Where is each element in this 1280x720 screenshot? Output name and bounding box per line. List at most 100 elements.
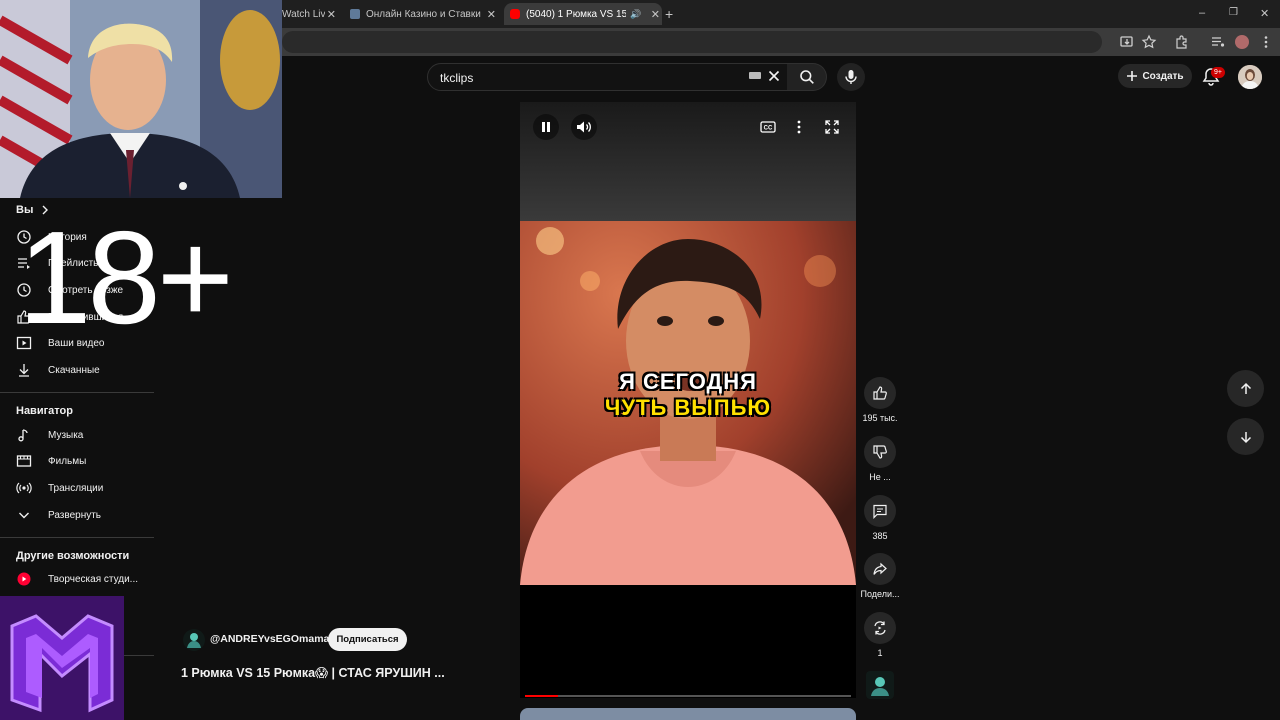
comment-icon <box>873 504 887 519</box>
tab-close-icon[interactable]: ✕ <box>649 8 662 21</box>
pause-icon <box>542 122 550 132</box>
bookmark-star-icon[interactable] <box>1141 34 1157 50</box>
remix-count: 1 <box>877 648 883 658</box>
channel-avatar[interactable] <box>183 629 205 651</box>
sidebar-item-music[interactable]: Музыка <box>16 422 154 448</box>
keyboard-icon[interactable] <box>749 72 761 79</box>
speaker-icon[interactable]: 🔊 <box>630 9 641 20</box>
notification-count-badge: 9+ <box>1211 67 1225 78</box>
sidebar-item-label: Фильмы <box>48 455 87 467</box>
thumbs-up-icon <box>873 386 887 400</box>
media-control-icon[interactable] <box>1210 34 1226 50</box>
volume-icon <box>577 121 591 133</box>
arrow-down-icon <box>1240 431 1251 443</box>
fullscreen-icon <box>825 120 839 134</box>
more-options-button[interactable] <box>786 114 812 140</box>
tab-close-icon[interactable]: ✕ <box>485 8 498 21</box>
captions-icon: CC <box>760 121 776 133</box>
subscribe-button[interactable]: Подписаться <box>328 628 407 651</box>
comments-button[interactable] <box>864 495 896 527</box>
browser-tab-active[interactable]: (5040) 1 Рюмка VS 15 Рюмк 🔊 ✕ <box>504 3 662 25</box>
sidebar-item-label: Скачанные <box>48 364 100 376</box>
casino-favicon-icon <box>350 9 360 19</box>
subtitle-line-1: Я СЕГОДНЯ <box>619 369 757 394</box>
next-video-thumbnail[interactable] <box>520 708 856 720</box>
sidebar-item-live[interactable]: Трансляции <box>16 475 154 501</box>
sidebar-divider <box>0 392 154 393</box>
account-avatar[interactable] <box>1238 65 1262 89</box>
tab-close-icon[interactable]: ✕ <box>325 8 338 21</box>
browser-tab[interactable]: Watch Liv ✕ <box>282 4 338 24</box>
browser-tab[interactable]: Онлайн Казино и Ставки на С ✕ <box>346 4 498 24</box>
sidebar-item-label: Творческая студи... <box>48 573 139 585</box>
tab-title: Онлайн Казино и Ставки на С <box>366 8 484 20</box>
arrow-up-icon <box>1240 382 1251 394</box>
remix-button[interactable] <box>864 612 896 644</box>
chevron-down-icon <box>19 512 29 519</box>
share-icon <box>873 562 887 575</box>
streamer-logo <box>0 596 124 720</box>
create-label: Создать <box>1142 70 1184 82</box>
thumbs-down-icon <box>873 445 887 459</box>
more-vertical-icon <box>797 120 801 134</box>
video-progress-bar[interactable] <box>525 695 851 697</box>
svg-text:CC: CC <box>764 126 773 132</box>
volume-button[interactable] <box>571 114 597 140</box>
voice-search-button[interactable] <box>837 63 865 91</box>
sidebar-other-heading: Другие возможности <box>16 550 130 562</box>
tab-title: (5040) 1 Рюмка VS 15 Рюмк <box>526 8 626 20</box>
sidebar-divider <box>0 537 154 538</box>
shorts-video-player[interactable]: CC Я СЕГОДНЯ ЧУТЬ ВЫПЬЮ <box>520 102 856 698</box>
sidebar-navigator-heading: Навигатор <box>16 405 73 417</box>
fullscreen-button[interactable] <box>819 114 845 140</box>
youtube-favicon-icon <box>510 9 520 19</box>
minimize-button[interactable]: – <box>1199 7 1205 19</box>
microphone-icon <box>845 70 857 84</box>
sidebar-item-expand[interactable]: Развернуть <box>16 502 154 528</box>
comment-count: 385 <box>872 531 888 541</box>
subtitle-line-2: ЧУТЬ ВЫПЬЮ <box>604 395 772 420</box>
original-audio-thumbnail[interactable] <box>866 671 894 699</box>
video-title[interactable]: 1 Рюмка VS 15 Рюмка😱 | СТАС ЯРУШИН ... <box>181 665 445 680</box>
address-bar[interactable] <box>282 31 1102 53</box>
dislike-button[interactable] <box>864 436 896 468</box>
studio-icon <box>17 572 31 586</box>
music-icon <box>18 429 28 442</box>
sidebar-item-label: Музыка <box>48 429 84 441</box>
film-icon <box>16 455 32 467</box>
previous-short-button[interactable] <box>1227 370 1264 407</box>
channel-handle[interactable]: @ANDREYvsEGOmama <box>210 633 329 645</box>
download-icon <box>19 364 29 377</box>
new-tab-button[interactable]: + <box>665 6 673 22</box>
search-input[interactable] <box>438 68 742 88</box>
age-rating-badge: 18+ <box>18 204 234 351</box>
clear-search-icon[interactable] <box>766 68 782 84</box>
restore-button[interactable]: ❐ <box>1229 7 1238 18</box>
live-icon <box>16 482 32 494</box>
search-button[interactable] <box>787 63 827 91</box>
pause-button[interactable] <box>533 114 559 140</box>
like-count: 195 тыс. <box>862 413 898 423</box>
remix-icon <box>874 621 886 635</box>
like-button[interactable] <box>864 377 896 409</box>
sidebar-item-films[interactable]: Фильмы <box>16 448 154 474</box>
video-progress-fill <box>525 695 558 697</box>
captions-button[interactable]: CC <box>755 114 781 140</box>
next-short-button[interactable] <box>1227 418 1264 455</box>
tab-title: Watch Liv <box>282 8 325 20</box>
profile-avatar[interactable] <box>1235 35 1249 49</box>
create-button[interactable]: Создать <box>1118 64 1192 88</box>
sidebar-item-downloads[interactable]: Скачанные <box>16 357 154 383</box>
install-app-icon[interactable] <box>1119 34 1135 50</box>
plus-icon <box>1127 71 1138 81</box>
close-window-button[interactable]: ✕ <box>1260 7 1269 20</box>
share-button[interactable] <box>864 553 896 585</box>
search-icon <box>799 70 814 84</box>
webcam-overlay <box>0 0 282 198</box>
extensions-icon[interactable] <box>1174 34 1190 50</box>
share-label: Подели... <box>860 589 900 599</box>
search-box <box>427 63 789 91</box>
sidebar-item-label: Развернуть <box>48 509 102 521</box>
browser-menu-icon[interactable] <box>1258 34 1274 50</box>
sidebar-item-studio[interactable]: Творческая студи... <box>16 566 154 592</box>
